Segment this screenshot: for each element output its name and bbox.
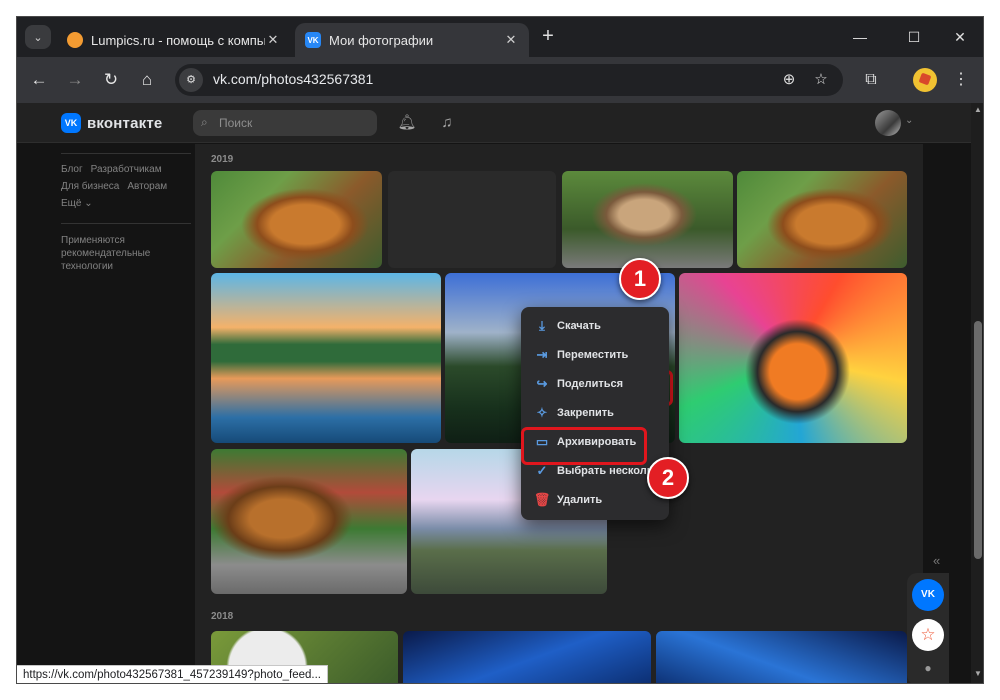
back-arrow-icon[interactable]: ←	[27, 68, 51, 92]
tab-my-photos[interactable]: VK Мои фотографии ✕	[295, 23, 529, 57]
delete-icon: 🗑	[533, 491, 551, 507]
tab-lumpics[interactable]: Lumpics.ru - помощь с компьютером ✕	[57, 23, 291, 57]
page-scrollbar[interactable]: ▲ ▼	[971, 103, 983, 683]
photos-content: 2019 2018 ••• ⤓ Скач	[195, 144, 923, 683]
link-more[interactable]: Ещё ⌄	[61, 198, 93, 209]
maximize-button[interactable]: ☐	[899, 25, 929, 49]
photo-dog[interactable]	[211, 171, 382, 268]
photo-blue-wallpaper[interactable]	[403, 631, 651, 683]
bookmark-star-icon[interactable]: ☆	[811, 70, 831, 90]
chat-bubble-icon[interactable]: ●	[921, 661, 935, 675]
menu-item-move[interactable]: ⇥ Переместить	[521, 340, 669, 369]
photo-dog[interactable]	[737, 171, 907, 268]
menu-item-label: Закрепить	[557, 406, 614, 419]
move-icon: ⇥	[536, 346, 548, 362]
new-tab-button[interactable]: +	[537, 26, 559, 48]
menu-item-label: Переместить	[557, 348, 629, 361]
photo-loading[interactable]	[388, 171, 556, 268]
left-menu: Блог Разработчикам Для бизнеса Авторам Е…	[61, 149, 191, 273]
tab-title: Lumpics.ru - помощь с компьютером	[91, 32, 265, 48]
tab-strip: ⌄ Lumpics.ru - помощь с компьютером ✕ VK…	[17, 17, 983, 57]
divider	[61, 153, 191, 154]
download-icon: ⤓	[539, 317, 545, 333]
menu-item-delete[interactable]: 🗑 Удалить	[521, 485, 669, 514]
url-text[interactable]: vk.com/photos432567381	[213, 71, 373, 87]
browser-window: ⌄ Lumpics.ru - помощь с компьютером ✕ VK…	[16, 16, 984, 684]
profile-avatar[interactable]	[913, 68, 937, 92]
user-avatar[interactable]	[875, 110, 901, 136]
minimize-button[interactable]: —	[845, 25, 875, 49]
search-input[interactable]	[219, 113, 369, 133]
photo-tiger[interactable]	[679, 273, 907, 443]
tab-search-button[interactable]: ⌄	[25, 25, 51, 49]
divider	[61, 223, 191, 224]
collapse-dock-icon[interactable]: «	[933, 553, 940, 568]
link-blog[interactable]: Блог	[61, 164, 83, 175]
vk-page: VK вконтакте ⌕ 🔔︎ ♫ ⌄ Блог Разработчикам…	[17, 103, 971, 683]
share-icon: ↪	[536, 375, 548, 391]
forward-arrow-icon[interactable]: →	[63, 68, 87, 92]
recommendation-note[interactable]: Применяются рекомендательные технологии	[61, 234, 171, 273]
menu-item-label: Скачать	[557, 319, 601, 332]
tab-title: Мои фотографии	[329, 32, 434, 48]
annotation-badge-1: 1	[619, 258, 661, 300]
photo-lion[interactable]	[211, 449, 407, 594]
menu-item-pin[interactable]: ✧ Закрепить	[521, 398, 669, 427]
menu-item-label: Поделиться	[557, 377, 624, 390]
search-icon: ⌕	[201, 115, 208, 129]
browser-toolbar: ← → ↻ ⌂ ⚙ vk.com/photos432567381 ⊕ ☆ ⧉ ⋮	[17, 57, 983, 103]
vk-header: VK вконтакте ⌕ 🔔︎ ♫ ⌄	[17, 103, 971, 143]
close-tab-icon[interactable]: ✕	[503, 32, 519, 48]
vk-logo-text: вконтакте	[87, 114, 163, 132]
vk-search[interactable]: ⌕	[193, 110, 377, 136]
vk-logo-icon: VK	[61, 113, 81, 133]
star-icon[interactable]: ☆	[912, 619, 944, 651]
scroll-thumb[interactable]	[974, 321, 982, 559]
close-window-button[interactable]: ✕	[945, 25, 975, 49]
address-bar[interactable]: ⚙ vk.com/photos432567381 ⊕ ☆	[175, 64, 843, 96]
year-heading-2019: 2019	[211, 154, 234, 165]
link-authors[interactable]: Авторам	[127, 181, 167, 192]
music-icon[interactable]: ♫	[437, 113, 457, 133]
annotation-badge-2: 2	[647, 457, 689, 499]
menu-item-share[interactable]: ↪ Поделиться	[521, 369, 669, 398]
vk-app-icon[interactable]: VK	[912, 579, 944, 611]
photo-cougar-cub[interactable]	[562, 171, 733, 268]
chevron-down-icon[interactable]: ⌄	[905, 115, 913, 126]
pin-icon: ✧	[536, 404, 548, 420]
photo-context-menu: ⤓ Скачать ⇥ Переместить ↪ Поделиться ✧ З…	[521, 307, 669, 520]
extensions-icon[interactable]: ⧉	[859, 68, 883, 92]
close-tab-icon[interactable]: ✕	[265, 32, 281, 48]
link-business[interactable]: Для бизнеса	[61, 181, 119, 192]
home-icon[interactable]: ⌂	[135, 68, 159, 92]
menu-item-download[interactable]: ⤓ Скачать	[521, 311, 669, 340]
year-heading-2018: 2018	[211, 611, 234, 622]
vk-favicon-icon: VK	[305, 32, 321, 48]
scroll-up-icon[interactable]: ▲	[973, 105, 983, 114]
highlight-archive-item	[521, 427, 647, 465]
link-developers[interactable]: Разработчикам	[91, 164, 162, 175]
right-dock: VK ☆ ●	[907, 573, 949, 683]
photo-blue-wallpaper[interactable]	[656, 631, 907, 683]
notifications-bell-icon[interactable]: 🔔︎	[397, 113, 417, 133]
photo-lake-sunset[interactable]	[211, 273, 441, 443]
scroll-down-icon[interactable]: ▼	[973, 669, 983, 678]
menu-dots-icon[interactable]: ⋮	[949, 68, 973, 92]
menu-item-label: Удалить	[557, 493, 603, 506]
link-status-bar: https://vk.com/photo432567381_457239149?…	[17, 665, 328, 683]
site-info-icon[interactable]: ⚙	[179, 68, 203, 92]
lumpics-favicon-icon	[67, 32, 83, 48]
reload-icon[interactable]: ↻	[99, 68, 123, 92]
zoom-icon[interactable]: ⊕	[779, 70, 799, 90]
vk-logo[interactable]: VK вконтакте	[61, 113, 162, 133]
